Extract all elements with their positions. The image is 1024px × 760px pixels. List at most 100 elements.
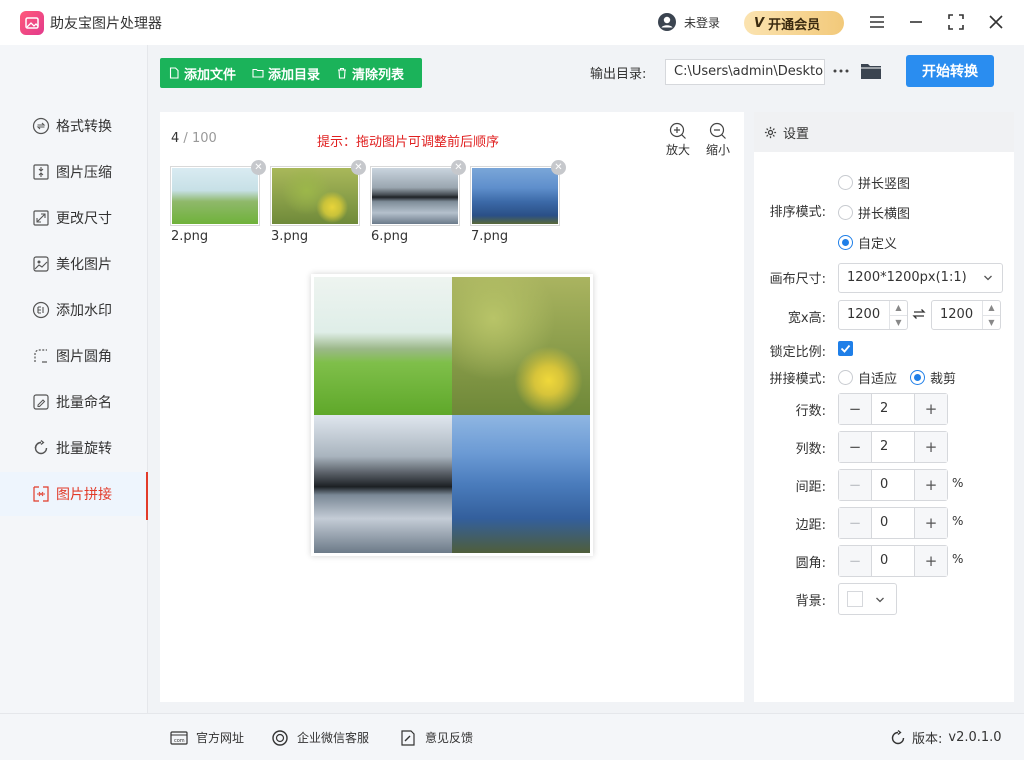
- minus-icon[interactable]: −: [839, 546, 871, 576]
- remove-thumbnail-icon[interactable]: ✕: [251, 160, 266, 175]
- thumbnail-item[interactable]: ✕ 6.png: [370, 160, 466, 244]
- vip-button[interactable]: V 开通会员: [744, 11, 844, 35]
- sidebar-item-format-convert[interactable]: 格式转换: [0, 104, 148, 148]
- margin-label: 边距:: [795, 518, 826, 533]
- user-icon[interactable]: [657, 12, 677, 32]
- height-stepper[interactable]: ▲ ▼: [982, 301, 1000, 329]
- radio-label: 裁剪: [930, 372, 957, 387]
- clear-list-button[interactable]: 清除列表: [328, 58, 412, 88]
- sidebar-item-batch-rotate[interactable]: 批量旋转: [0, 426, 148, 470]
- down-arrow-icon[interactable]: ▼: [890, 315, 907, 329]
- settings-title: 设置: [783, 126, 810, 142]
- color-swatch: [847, 591, 863, 607]
- thumbnail-item[interactable]: ✕ 7.png: [470, 160, 566, 244]
- count-separator: /: [179, 131, 192, 146]
- sidebar-item-compress[interactable]: 图片压缩: [0, 150, 148, 194]
- more-icon[interactable]: [832, 60, 850, 82]
- radius-value[interactable]: 0: [871, 546, 915, 576]
- wechat-icon: [272, 729, 288, 746]
- image-counter: 4 / 100: [171, 131, 217, 146]
- canvas-size-select[interactable]: 1200*1200px(1:1): [838, 263, 1003, 293]
- rows-stepper[interactable]: − 2 +: [838, 393, 948, 425]
- add-file-label: 添加文件: [184, 67, 237, 83]
- compress-icon: [33, 164, 49, 180]
- sidebar-item-resize[interactable]: 更改尺寸: [0, 196, 148, 240]
- minus-icon[interactable]: −: [839, 432, 871, 462]
- preview-cell-meadow: [314, 277, 452, 415]
- sidebar: 格式转换 图片压缩 更改尺寸 美化图片 添加水印 图片圆角 批量命名 批量旋转 …: [0, 45, 148, 713]
- cols-value[interactable]: 2: [871, 432, 915, 462]
- remove-thumbnail-icon[interactable]: ✕: [451, 160, 466, 175]
- plus-icon[interactable]: +: [915, 394, 947, 424]
- version-info[interactable]: 版本: v2.0.1.0: [890, 728, 1002, 747]
- remove-thumbnail-icon[interactable]: ✕: [351, 160, 366, 175]
- output-dir-input[interactable]: C:\Users\admin\Desktop: [665, 59, 825, 85]
- add-dir-button[interactable]: 添加目录: [244, 58, 328, 88]
- mode-option-crop[interactable]: 裁剪: [910, 368, 956, 387]
- mode-option-fit[interactable]: 自适应: [838, 368, 897, 387]
- swap-icon[interactable]: [912, 307, 926, 321]
- sidebar-item-round-corner[interactable]: 图片圆角: [0, 334, 148, 378]
- width-stepper[interactable]: ▲ ▼: [889, 301, 907, 329]
- gap-label: 间距:: [795, 480, 826, 495]
- plus-icon[interactable]: +: [915, 508, 947, 538]
- thumbnail-item[interactable]: ✕ 2.png: [170, 160, 266, 244]
- radius-stepper[interactable]: − 0 +: [838, 545, 948, 577]
- refresh-icon: [891, 729, 905, 744]
- official-site-link[interactable]: com 官方网址: [170, 729, 244, 746]
- zoom-in-label: 放大: [665, 143, 690, 157]
- radio-label: 拼长竖图: [858, 177, 911, 192]
- margin-unit: %: [952, 514, 964, 528]
- margin-value[interactable]: 0: [871, 508, 915, 538]
- sort-option-custom[interactable]: 自定义: [838, 233, 897, 252]
- margin-stepper[interactable]: − 0 +: [838, 507, 948, 539]
- cols-stepper[interactable]: − 2 +: [838, 431, 948, 463]
- sidebar-item-label: 批量命名: [56, 395, 112, 411]
- trash-icon: [338, 67, 347, 79]
- login-link[interactable]: 未登录: [684, 14, 720, 31]
- file-toolbar: 添加文件 添加目录 清除列表: [160, 58, 422, 88]
- down-arrow-icon[interactable]: ▼: [983, 315, 1000, 329]
- wechat-support-link[interactable]: 企业微信客服: [271, 729, 369, 746]
- resize-icon: [33, 210, 49, 226]
- rows-value[interactable]: 2: [871, 394, 915, 424]
- zoom-out-button[interactable]: 缩小: [703, 122, 733, 158]
- thumbnail-name: 2.png: [171, 229, 209, 244]
- minus-icon[interactable]: −: [839, 394, 871, 424]
- vip-label: 开通会员: [768, 17, 821, 33]
- plus-icon[interactable]: +: [915, 546, 947, 576]
- minimize-icon[interactable]: [905, 11, 927, 33]
- wechat-support-label: 企业微信客服: [297, 731, 370, 745]
- gap-stepper[interactable]: − 0 +: [838, 469, 948, 501]
- preview-cell-flowers: [452, 277, 590, 415]
- plus-icon[interactable]: +: [915, 432, 947, 462]
- minus-icon[interactable]: −: [839, 470, 871, 500]
- folder-icon[interactable]: [860, 61, 882, 81]
- sidebar-item-watermark[interactable]: 添加水印: [0, 288, 148, 332]
- thumbnail-item[interactable]: ✕ 3.png: [270, 160, 366, 244]
- thumbnail-image-flowers: [272, 168, 358, 224]
- maximize-icon[interactable]: [945, 11, 967, 33]
- background-color-picker[interactable]: [838, 583, 897, 615]
- add-file-button[interactable]: 添加文件: [160, 58, 244, 88]
- sort-option-horizontal[interactable]: 拼长横图: [838, 203, 910, 222]
- menu-icon[interactable]: [866, 11, 888, 33]
- sidebar-item-beautify[interactable]: 美化图片: [0, 242, 148, 286]
- gap-value[interactable]: 0: [871, 470, 915, 500]
- close-icon[interactable]: [985, 11, 1007, 33]
- wh-label: 宽x高:: [787, 311, 826, 326]
- zoom-in-button[interactable]: 放大: [663, 122, 693, 158]
- sidebar-item-stitch[interactable]: 图片拼接: [0, 472, 148, 520]
- sidebar-item-label: 图片压缩: [56, 165, 112, 181]
- remove-thumbnail-icon[interactable]: ✕: [551, 160, 566, 175]
- feedback-link[interactable]: 意见反馈: [399, 729, 473, 746]
- sort-option-vertical[interactable]: 拼长竖图: [838, 173, 910, 192]
- start-convert-button[interactable]: 开始转换: [906, 55, 994, 87]
- height-input[interactable]: 1200 ▲ ▼: [931, 300, 1001, 330]
- width-input[interactable]: 1200 ▲ ▼: [838, 300, 908, 330]
- lock-ratio-checkbox[interactable]: [838, 341, 853, 356]
- minus-icon[interactable]: −: [839, 508, 871, 538]
- sidebar-item-batch-rename[interactable]: 批量命名: [0, 380, 148, 424]
- plus-icon[interactable]: +: [915, 470, 947, 500]
- sidebar-item-label: 批量旋转: [56, 441, 112, 457]
